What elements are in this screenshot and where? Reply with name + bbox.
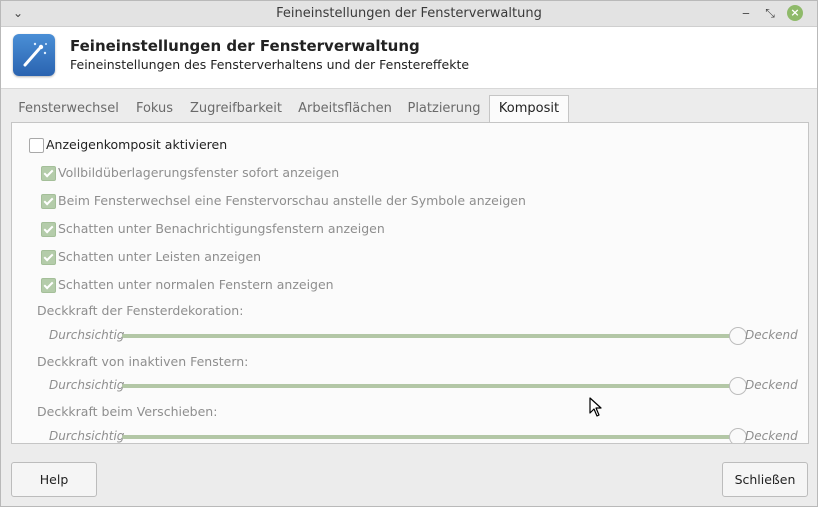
notification-shadow-checkbox[interactable] [41, 222, 56, 237]
enable-composit-checkbox[interactable] [29, 138, 44, 153]
slider-min-label: Durchsichtig [49, 429, 125, 443]
window: ⌄ Feineinstellungen der Fensterverwaltun… [0, 0, 818, 507]
slider-track[interactable] [122, 334, 738, 338]
slider-max-label: Deckend [745, 378, 798, 392]
option-notification-shadow[interactable]: Schatten unter Benachrichtigungsfenstern… [12, 219, 512, 241]
slider-max-label: Deckend [745, 429, 798, 443]
window-shadow-checkbox[interactable] [41, 278, 56, 293]
tab-zugreifbarkeit[interactable]: Zugreifbarkeit [183, 96, 289, 121]
enable-composit-label: Anzeigenkomposit aktivieren [46, 137, 228, 152]
option-panel-shadow[interactable]: Schatten unter Leisten anzeigen [12, 247, 512, 269]
option-window-preview[interactable]: Beim Fensterwechsel eine Fenstervorschau… [12, 191, 526, 213]
slider-max-label: Deckend [745, 328, 798, 342]
panel-shadow-label: Schatten unter Leisten anzeigen [58, 249, 262, 264]
option-fullscreen-overlay[interactable]: Vollbildüberlagerungsfenster sofort anze… [12, 163, 512, 185]
header: Feineinstellungen der Fensterverwaltung … [1, 27, 817, 89]
close-icon[interactable]: × [787, 5, 803, 21]
enable-composit-option[interactable]: Anzeigenkomposit aktivieren [12, 135, 312, 157]
slider-track[interactable] [122, 384, 738, 388]
maximize-icon[interactable]: ⤡ [761, 4, 779, 22]
slider-track[interactable] [122, 435, 738, 439]
notification-shadow-label: Schatten unter Benachrichtigungsfenstern… [58, 221, 385, 236]
slider-min-label: Durchsichtig [49, 378, 125, 392]
inactive-opacity-label: Deckkraft von inaktiven Fenstern: [37, 354, 249, 369]
minimize-icon[interactable]: ‒ [737, 4, 755, 22]
window-title: Feineinstellungen der Fensterverwaltung [276, 6, 542, 21]
fullscreen-overlay-checkbox[interactable] [41, 166, 56, 181]
option-window-shadow[interactable]: Schatten unter normalen Fenstern anzeige… [12, 275, 512, 297]
decoration-opacity-slider[interactable]: Durchsichtig Deckend [12, 326, 808, 346]
tab-fensterwechsel[interactable]: Fensterwechsel [11, 96, 126, 121]
mouse-pointer-icon [589, 397, 602, 417]
title-bar: ⌄ Feineinstellungen der Fensterverwaltun… [1, 1, 817, 27]
window-preview-checkbox[interactable] [41, 194, 56, 209]
move-opacity-slider[interactable]: Durchsichtig Deckend [12, 427, 808, 443]
tab-arbeitsflaechen[interactable]: Arbeitsflächen [291, 96, 399, 121]
composit-panel: Anzeigenkomposit aktivieren Vollbildüber… [11, 122, 809, 444]
decoration-opacity-label: Deckkraft der Fensterdekoration: [37, 303, 244, 318]
move-opacity-label: Deckkraft beim Verschieben: [37, 404, 218, 419]
help-button[interactable]: Help [11, 462, 97, 497]
fullscreen-overlay-label: Vollbildüberlagerungsfenster sofort anze… [58, 165, 340, 180]
tab-platzierung[interactable]: Platzierung [401, 96, 487, 121]
magic-wand-icon [13, 34, 55, 76]
page-subtitle: Feineinstellungen des Fensterverhaltens … [70, 57, 470, 72]
window-preview-label: Beim Fensterwechsel eine Fenstervorschau… [58, 193, 526, 208]
page-title: Feineinstellungen der Fensterverwaltung [70, 37, 420, 55]
close-button[interactable]: Schließen [722, 462, 808, 497]
inactive-opacity-slider[interactable]: Durchsichtig Deckend [12, 376, 808, 396]
panel-shadow-checkbox[interactable] [41, 250, 56, 265]
window-shadow-label: Schatten unter normalen Fenstern anzeige… [58, 277, 334, 292]
slider-min-label: Durchsichtig [49, 328, 125, 342]
tab-komposit[interactable]: Komposit [489, 95, 569, 122]
tab-fokus[interactable]: Fokus [128, 96, 181, 121]
